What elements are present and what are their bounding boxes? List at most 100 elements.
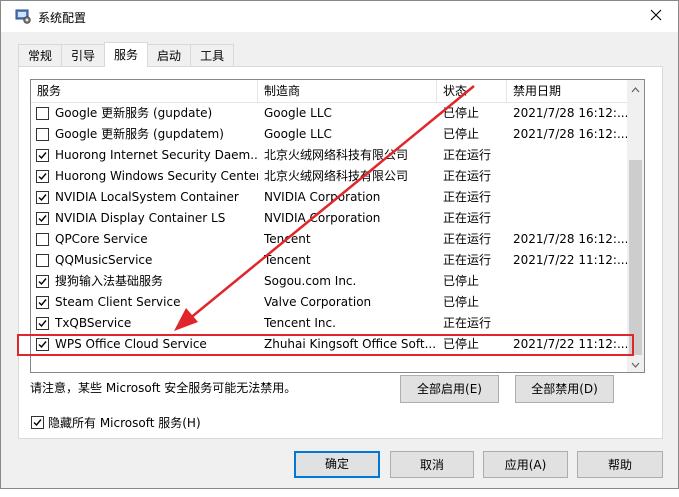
service-manufacturer: 北京火绒网络科技有限公司 — [264, 169, 409, 183]
service-manufacturer: Sogou.com Inc. — [264, 274, 357, 288]
service-status: 已停止 — [443, 295, 480, 309]
scroll-down-button[interactable] — [627, 355, 644, 372]
service-status: 已停止 — [443, 337, 480, 351]
service-disabled-date — [507, 292, 628, 313]
service-manufacturer: 北京火绒网络科技有限公司 — [264, 148, 409, 162]
tab-services[interactable]: 服务 — [104, 42, 149, 67]
service-checkbox[interactable] — [36, 107, 49, 120]
service-row[interactable]: Huorong Windows Security Center 北京火绒网络科技有… — [31, 166, 628, 187]
service-status: 正在运行 — [443, 148, 492, 162]
service-name-cell: WPS Office Cloud Service — [31, 334, 258, 355]
notice-text: 请注意，某些 Microsoft 安全服务可能无法禁用。 — [30, 381, 297, 395]
service-checkbox[interactable] — [36, 254, 49, 267]
tab-boot[interactable]: 引导 — [61, 44, 106, 66]
service-name: QQMusicService — [55, 253, 153, 267]
service-manufacturer: NVIDIA Corporation — [264, 190, 381, 204]
hide-microsoft-services-label: 隐藏所有 Microsoft 服务(H) — [48, 416, 201, 430]
service-checkbox[interactable] — [36, 296, 49, 309]
service-checkbox[interactable] — [36, 233, 49, 246]
service-checkbox[interactable] — [36, 149, 49, 162]
service-name: Google 更新服务 (gupdate) — [55, 106, 213, 120]
service-checkbox[interactable] — [36, 338, 49, 351]
service-name-cell: TxQBService — [31, 313, 258, 334]
service-manufacturer: Tencent Inc. — [264, 316, 336, 330]
service-disabled-date — [507, 187, 628, 208]
service-name: NVIDIA LocalSystem Container — [55, 190, 239, 204]
hide-microsoft-services-checkbox[interactable] — [31, 416, 44, 429]
disable-all-button[interactable]: 全部禁用(D) — [515, 375, 614, 403]
window-title: 系统配置 — [38, 11, 87, 25]
service-checkbox[interactable] — [36, 275, 49, 288]
service-checkbox[interactable] — [36, 212, 49, 225]
service-row[interactable]: WPS Office Cloud Service Zhuhai Kingsoft … — [31, 334, 628, 355]
service-name-cell: Huorong Windows Security Center — [31, 166, 258, 187]
column-header-service[interactable]: 服务 — [31, 80, 258, 102]
service-row[interactable]: Huorong Internet Security Daem... 北京火绒网络科… — [31, 145, 628, 166]
service-disabled-date: 2021/7/28 16:12:... — [513, 106, 628, 120]
service-manufacturer: Valve Corporation — [264, 295, 372, 309]
tab-general[interactable]: 常规 — [18, 44, 63, 66]
service-row[interactable]: NVIDIA LocalSystem Container NVIDIA Corpo… — [31, 187, 628, 208]
service-status: 正在运行 — [443, 232, 492, 246]
service-manufacturer: NVIDIA Corporation — [264, 211, 381, 225]
service-row[interactable]: Steam Client Service Valve Corporation 已停止 — [31, 292, 628, 313]
tab-bar: 常规 引导 服务 启动 工具 — [18, 42, 235, 67]
service-disabled-date — [507, 166, 628, 187]
service-manufacturer: Google LLC — [264, 127, 332, 141]
service-checkbox[interactable] — [36, 128, 49, 141]
service-name: Huorong Internet Security Daem... — [55, 148, 258, 162]
service-manufacturer: Tencent — [264, 232, 311, 246]
tab-startup[interactable]: 启动 — [147, 44, 192, 66]
hide-microsoft-services-option[interactable]: 隐藏所有 Microsoft 服务(H) — [31, 414, 201, 431]
chevron-down-icon — [631, 357, 640, 371]
service-checkbox[interactable] — [36, 170, 49, 183]
tab-tools[interactable]: 工具 — [190, 44, 235, 66]
service-checkbox[interactable] — [36, 317, 49, 330]
service-row[interactable]: Google 更新服务 (gupdate) Google LLC 已停止 2021/7… — [31, 103, 628, 124]
service-name-cell: NVIDIA Display Container LS — [31, 208, 258, 229]
ok-button[interactable]: 确定 — [294, 451, 380, 478]
service-name-cell: NVIDIA LocalSystem Container — [31, 187, 258, 208]
service-row[interactable]: 搜狗输入法基础服务 Sogou.com Inc. 已停止 — [31, 271, 628, 292]
column-header-manufacturer[interactable]: 制造商 — [258, 80, 437, 102]
services-list[interactable]: 服务 制造商 状态 禁用日期 Google 更新服务 (gupdate) Goog… — [30, 79, 645, 373]
service-name-cell: 搜狗输入法基础服务 — [31, 271, 258, 292]
scroll-thumb[interactable] — [629, 160, 642, 355]
service-row[interactable]: NVIDIA Display Container LS NVIDIA Corpor… — [31, 208, 628, 229]
service-manufacturer: Zhuhai Kingsoft Office Soft... — [264, 337, 437, 351]
service-name: Google 更新服务 (gupdatem) — [55, 127, 224, 141]
column-header-status[interactable]: 状态 — [437, 80, 507, 102]
service-name-cell: Steam Client Service — [31, 292, 258, 313]
scroll-up-button[interactable] — [627, 80, 644, 97]
service-name: TxQBService — [55, 316, 132, 330]
service-checkbox[interactable] — [36, 191, 49, 204]
enable-all-button[interactable]: 全部启用(E) — [400, 375, 499, 403]
service-name-cell: Google 更新服务 (gupdatem) — [31, 124, 258, 145]
apply-button[interactable]: 应用(A) — [483, 451, 568, 478]
service-status: 已停止 — [443, 127, 480, 141]
service-row[interactable]: QQMusicService Tencent 正在运行 2021/7/22 11:12… — [31, 250, 628, 271]
service-status: 已停止 — [443, 106, 480, 120]
service-disabled-date: 2021/7/22 11:12:... — [513, 337, 628, 351]
service-row[interactable]: Google 更新服务 (gupdatem) Google LLC 已停止 2021/… — [31, 124, 628, 145]
vertical-scrollbar[interactable] — [627, 80, 644, 372]
service-name: Huorong Windows Security Center — [55, 169, 258, 183]
cancel-button[interactable]: 取消 — [390, 451, 474, 478]
help-button[interactable]: 帮助 — [577, 451, 663, 478]
close-button[interactable] — [634, 1, 678, 32]
system-config-app-icon — [15, 8, 31, 24]
service-disabled-date — [507, 208, 628, 229]
service-disabled-date: 2021/7/28 16:12:... — [513, 232, 628, 246]
service-name-cell: Huorong Internet Security Daem... — [31, 145, 258, 166]
service-disabled-date — [507, 271, 628, 292]
title-bar[interactable]: 系统配置 — [1, 1, 678, 32]
service-row[interactable]: QPCore Service Tencent 正在运行 2021/7/28 16:12… — [31, 229, 628, 250]
service-manufacturer: Google LLC — [264, 106, 332, 120]
column-header-disabled-date[interactable]: 禁用日期 — [507, 80, 628, 102]
service-name-cell: QPCore Service — [31, 229, 258, 250]
service-name: WPS Office Cloud Service — [55, 337, 207, 351]
service-status: 已停止 — [443, 274, 480, 288]
service-name-cell: Google 更新服务 (gupdate) — [31, 103, 258, 124]
service-row[interactable]: TxQBService Tencent Inc. 正在运行 — [31, 313, 628, 334]
service-name: QPCore Service — [55, 232, 148, 246]
